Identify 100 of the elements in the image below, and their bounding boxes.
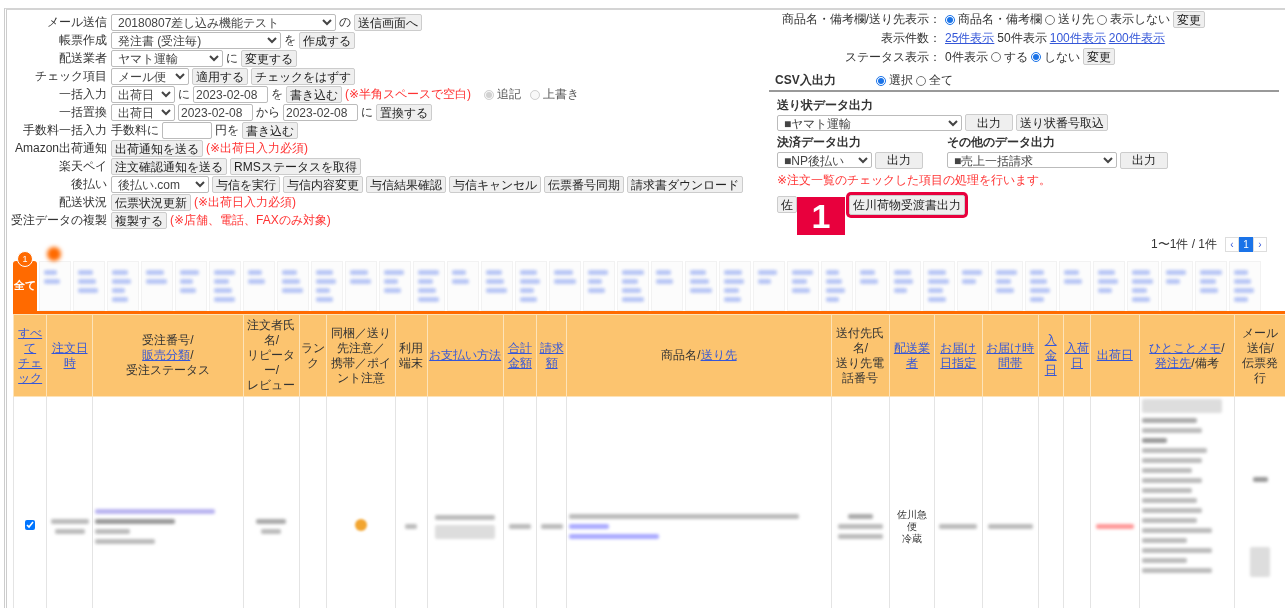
blurred-tab[interactable] [379,261,411,311]
button[interactable]: 書き込む [286,86,342,103]
sort-link[interactable]: 送り先 [700,348,737,363]
blurred-tab[interactable] [1127,261,1159,311]
radio-button[interactable] [1030,51,1041,62]
button[interactable]: 佐 [777,196,797,214]
blurred-tab[interactable] [1093,261,1125,311]
blurred-tab[interactable] [73,261,105,311]
radio-button[interactable] [915,75,926,86]
blurred-tab[interactable] [39,261,71,311]
button[interactable]: 与信結果確認 [366,176,446,193]
blurred-tab[interactable] [175,261,207,311]
blurred-tab[interactable] [787,261,819,311]
radio-button[interactable] [1097,14,1107,25]
blurred-tab[interactable] [243,261,275,311]
button[interactable]: 変更する [241,50,297,67]
blurred-tab[interactable] [685,261,717,311]
blurred-tab[interactable] [889,261,921,311]
sort-link[interactable]: 注文日時 [48,340,91,371]
dropdown[interactable]: ■売上一括請求 [947,152,1117,169]
sort-link[interactable]: 入荷日 [1064,340,1090,371]
button[interactable]: 出荷通知を送る [111,140,203,157]
page-button[interactable]: 1 [1239,237,1253,252]
blurred-tab[interactable] [583,261,615,311]
blurred-tab[interactable] [481,261,513,311]
sort-link[interactable]: お支払い方法 [429,348,502,363]
button[interactable]: 置換する [376,104,432,121]
button[interactable]: 伝票番号同期 [544,176,624,193]
input-field[interactable]: 2023-02-08 [283,104,358,121]
blurred-tab[interactable] [957,261,989,311]
button[interactable]: 変更 [1082,48,1115,66]
blurred-tab[interactable] [447,261,479,311]
sort-link[interactable]: 発注先 [1155,355,1192,371]
radio-button[interactable] [1045,14,1055,25]
radio-button[interactable] [990,51,1001,62]
button[interactable]: 与信内容変更 [283,176,363,193]
dropdown[interactable]: ■ヤマト運輸 [777,114,962,131]
button[interactable]: 適用する [192,68,248,85]
sort-link[interactable]: すべて [15,325,46,356]
button[interactable]: 変更 [1173,11,1205,28]
input-field[interactable]: 2023-02-08 [193,86,268,103]
dropdown[interactable]: ■NP後払い [777,152,872,169]
blurred-tab[interactable] [209,261,241,311]
sort-link[interactable]: お届け時間帯 [984,340,1037,371]
button[interactable]: 出力 [875,151,923,169]
button[interactable]: 請求書ダウンロード [627,176,743,193]
button[interactable]: 与信を実行 [212,176,280,193]
dropdown[interactable]: メール便 [111,68,189,85]
button[interactable]: 伝票状況更新 [111,194,191,211]
button[interactable]: 送信画面へ [354,14,422,31]
button[interactable]: 書き込む [242,122,298,139]
blurred-tab[interactable] [1025,261,1057,311]
blurred-tab[interactable] [1059,261,1091,311]
blurred-tab[interactable] [1161,261,1193,311]
blurred-tab[interactable] [549,261,581,311]
page-button[interactable]: ‹ [1225,237,1239,252]
button[interactable]: 佐川荷物受渡書出力 [849,194,965,215]
button[interactable]: チェックをはずす [251,68,355,85]
dropdown[interactable]: 発注書 (受注毎) [111,32,281,49]
sort-link[interactable]: チェック [15,355,46,386]
link[interactable]: 200件表示 [1108,31,1165,46]
sort-link[interactable]: 配送業者 [891,340,933,371]
button[interactable]: 複製する [111,212,167,229]
blurred-tab[interactable] [1229,261,1261,311]
sort-link[interactable]: 請求額 [537,340,566,371]
button[interactable]: 与信キャンセル [449,176,541,193]
sort-link[interactable]: 出荷日 [1096,348,1133,363]
sort-link[interactable]: 入金日 [1039,333,1062,378]
blurred-tab[interactable] [107,261,139,311]
blurred-tab[interactable] [413,261,445,311]
blurred-tab[interactable] [141,261,173,311]
blurred-tab[interactable] [991,261,1023,311]
radio-button[interactable] [875,75,886,86]
blurred-tab[interactable] [855,261,887,311]
sort-link[interactable]: お届け日指定 [935,340,982,371]
radio-button[interactable] [945,14,955,25]
dropdown[interactable]: 20180807差し込み機能テスト [111,14,336,31]
blurred-tab[interactable] [1195,261,1227,311]
button[interactable]: 出力 [965,114,1013,132]
sort-link[interactable]: 合計金額 [504,340,535,371]
input-field[interactable]: 2023-02-08 [178,104,253,121]
checkbox[interactable] [25,520,36,530]
dropdown[interactable]: 出荷日 [111,86,175,103]
blurred-tab[interactable] [515,261,547,311]
dropdown[interactable]: ヤマト運輸 [111,50,223,67]
blurred-tab[interactable] [651,261,683,311]
blurred-tab[interactable] [923,261,955,311]
input-field[interactable] [162,122,212,139]
link[interactable]: 25件表示 [945,31,995,46]
dropdown[interactable]: 出荷日 [111,104,175,121]
link[interactable]: 100件表示 [1049,31,1106,46]
button[interactable]: 注文確認通知を送る [111,158,227,175]
blurred-tab[interactable] [617,261,649,311]
sort-link[interactable]: ひとことメモ [1149,340,1222,356]
blurred-tab[interactable] [719,261,751,311]
button[interactable]: 作成する [299,32,355,49]
dropdown[interactable]: 後払い.com [111,176,209,193]
blurred-tab[interactable] [345,261,377,311]
blurred-tab[interactable] [753,261,785,311]
blurred-tab[interactable] [277,261,309,311]
